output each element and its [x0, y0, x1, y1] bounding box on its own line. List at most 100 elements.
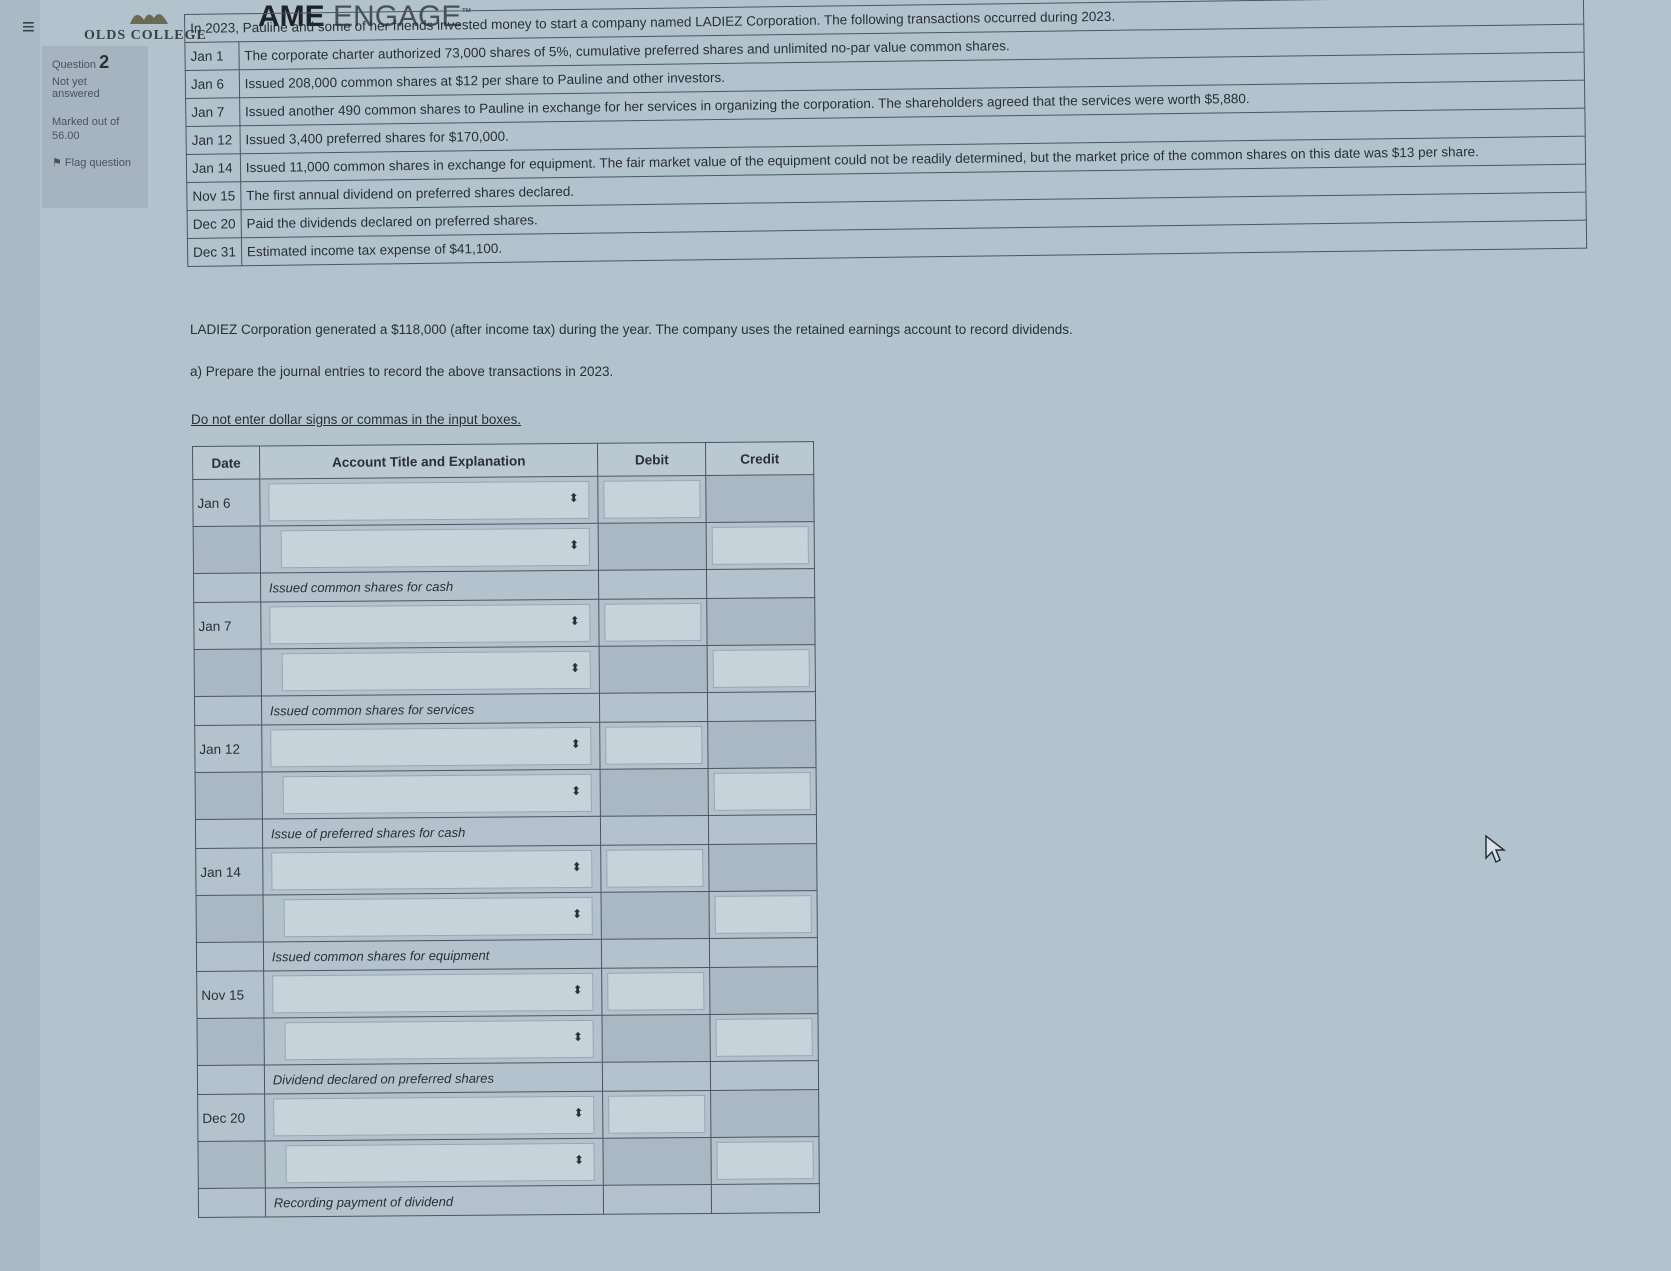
question-number: 2: [99, 52, 110, 72]
journal-debit-row: Jan 14 ⬍: [195, 843, 818, 896]
journal-debit-row: Jan 7 ⬍: [193, 597, 816, 650]
memo-debit-empty: [601, 938, 710, 969]
memo-cell: Issued common shares for cash: [260, 570, 600, 602]
journal-credit-row: ⬍: [194, 644, 816, 697]
part-a-text: a) Prepare the journal entries to record…: [190, 364, 614, 379]
flag-question-button[interactable]: ⚑ Flag question: [52, 156, 132, 169]
transaction-date: Jan 6: [185, 69, 240, 99]
transaction-date: Dec 31: [187, 237, 242, 267]
credit-cell-disabled: [707, 720, 817, 769]
debit-cell: [602, 967, 711, 1016]
account-cell: ⬍: [264, 1138, 604, 1188]
memo-debit-empty: [602, 1061, 711, 1092]
logo-mark-icon: [130, 14, 168, 24]
journal-header-row: Date Account Title and Explanation Debit…: [192, 441, 814, 480]
credit-input[interactable]: [712, 649, 810, 688]
updown-arrows-icon: ⬍: [572, 1029, 584, 1045]
entry-date-empty: [195, 771, 263, 820]
account-cell: ⬍: [261, 722, 601, 772]
debit-input[interactable]: [605, 726, 703, 765]
account-cell: ⬍: [262, 892, 602, 942]
debit-input[interactable]: [606, 848, 704, 888]
memo-credit-empty: [708, 814, 817, 845]
account-select-credit[interactable]: ⬍: [282, 773, 593, 815]
journal-debit-row: Nov 15 ⬍: [196, 966, 818, 1019]
updown-arrows-icon: ⬍: [573, 1105, 584, 1121]
account-select-debit[interactable]: ⬍: [269, 603, 591, 645]
debit-input[interactable]: [603, 480, 701, 519]
memo-credit-empty: [710, 1060, 819, 1091]
entry-memo: Issued common shares for cash: [268, 578, 454, 595]
credit-cell: [706, 521, 815, 570]
account-cell: ⬍: [263, 968, 603, 1018]
account-select-credit[interactable]: ⬍: [281, 650, 592, 692]
account-select-debit[interactable]: ⬍: [271, 849, 593, 891]
debit-cell: [600, 721, 709, 770]
account-select-credit[interactable]: ⬍: [285, 1142, 596, 1184]
account-select-debit[interactable]: ⬍: [272, 1095, 595, 1137]
journal-debit-row: Jan 12 ⬍: [194, 720, 817, 773]
updown-arrows-icon: ⬍: [571, 906, 583, 922]
account-select-credit[interactable]: ⬍: [284, 1019, 595, 1061]
entry-date: Jan 7: [193, 601, 261, 650]
debit-input[interactable]: [604, 603, 702, 642]
transaction-date: Jan 14: [186, 153, 241, 183]
credit-input[interactable]: [714, 895, 812, 934]
journal-table: Date Account Title and Explanation Debit…: [192, 441, 820, 1218]
transaction-date: Dec 20: [187, 209, 242, 239]
entry-date-empty: [197, 1140, 266, 1189]
transaction-date: Jan 1: [184, 41, 240, 71]
updown-arrows-icon: ⬍: [570, 736, 581, 752]
account-select-debit[interactable]: ⬍: [268, 480, 591, 522]
mouse-pointer-icon: [1485, 834, 1507, 864]
account-select-debit[interactable]: ⬍: [270, 726, 592, 768]
question-status: Not yet answered: [52, 76, 100, 100]
debit-cell: [599, 598, 708, 647]
transactions-table: In 2023, Pauline and some of her friends…: [184, 0, 1587, 267]
memo-debit-empty: [600, 815, 709, 846]
transaction-date: Nov 15: [186, 181, 241, 211]
credit-cell-disabled: [710, 1089, 819, 1138]
journal-credit-row: ⬍: [196, 890, 818, 943]
entry-date: Jan 6: [192, 478, 260, 527]
hamburger-icon[interactable]: ≡: [22, 14, 35, 40]
credit-input[interactable]: [715, 1018, 813, 1057]
memo-credit-empty: [707, 691, 816, 722]
entry-memo: Recording payment of dividend: [273, 1193, 454, 1210]
entry-date: Nov 15: [196, 970, 264, 1019]
memo-credit-empty: [706, 568, 815, 599]
account-header: Account Title and Explanation: [259, 443, 599, 479]
credit-input[interactable]: [713, 772, 811, 811]
credit-input[interactable]: [711, 526, 809, 565]
flag-icon: ⚑: [52, 157, 65, 169]
account-select-credit[interactable]: ⬍: [283, 896, 594, 938]
account-select-debit[interactable]: ⬍: [272, 972, 594, 1014]
credit-input[interactable]: [716, 1141, 814, 1180]
account-cell: ⬍: [260, 599, 600, 649]
memo-credit-empty: [711, 1183, 820, 1214]
net-income-text: LADIEZ Corporation generated a $118,000 …: [190, 322, 1073, 337]
credit-cell: [710, 1013, 819, 1062]
memo-date-empty: [198, 1187, 266, 1218]
question-label: Question 2: [52, 52, 110, 72]
journal-debit-row: Jan 6 ⬍: [192, 474, 815, 527]
debit-cell-disabled: [599, 645, 708, 694]
debit-input[interactable]: [607, 971, 705, 1011]
memo-cell: Recording payment of dividend: [265, 1185, 604, 1217]
updown-arrows-icon: ⬍: [571, 859, 582, 875]
memo-cell: Issue of preferred shares for cash: [262, 816, 602, 848]
memo-date-empty: [196, 941, 264, 972]
memo-debit-empty: [599, 692, 708, 723]
account-cell: ⬍: [261, 769, 601, 819]
debit-cell-disabled: [602, 1014, 711, 1063]
account-select-credit[interactable]: ⬍: [280, 527, 591, 569]
memo-date-empty: [195, 818, 263, 849]
entry-memo: Dividend declared on preferred shares: [272, 1070, 495, 1087]
left-strip: [0, 0, 40, 1271]
credit-header: Credit: [705, 441, 814, 476]
debit-cell: [601, 844, 710, 893]
entry-date-empty: [193, 525, 261, 574]
debit-input[interactable]: [608, 1094, 706, 1134]
account-cell: ⬍: [260, 646, 600, 696]
entry-memo: Issue of preferred shares for cash: [270, 824, 466, 841]
